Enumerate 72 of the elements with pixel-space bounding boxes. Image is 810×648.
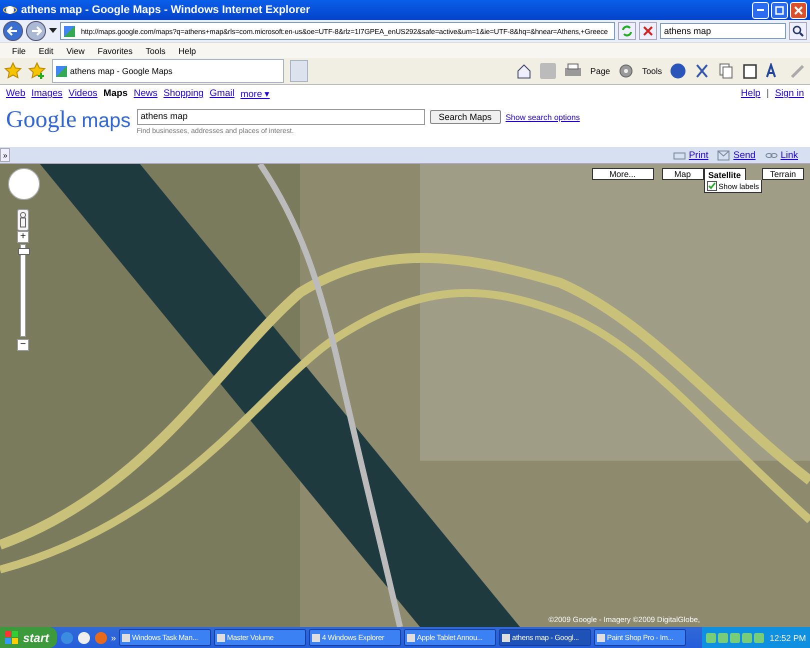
service-link[interactable]: Videos: [68, 88, 98, 100]
account-link[interactable]: Help: [740, 88, 760, 100]
zoom-in-button[interactable]: +: [17, 231, 29, 243]
map-type-button[interactable]: Terrain: [762, 168, 804, 180]
stop-button[interactable]: [639, 22, 657, 40]
maximize-button[interactable]: [771, 2, 788, 18]
service-link[interactable]: Shopping: [163, 88, 204, 100]
action-link[interactable]: Link: [780, 150, 798, 160]
service-link[interactable]: Maps: [103, 88, 128, 100]
printer-icon[interactable]: [564, 63, 582, 79]
back-button[interactable]: [3, 21, 23, 41]
scissors-icon[interactable]: [694, 63, 710, 79]
stop-icon: [642, 25, 654, 37]
add-favorite-icon[interactable]: [28, 62, 46, 80]
zoom-out-button[interactable]: −: [17, 339, 29, 351]
copy-icon[interactable]: [718, 63, 734, 79]
star-icon[interactable]: [4, 62, 22, 80]
menu-item[interactable]: View: [66, 46, 85, 56]
back-arrow-icon: [7, 25, 19, 37]
maximize-icon: [775, 6, 784, 14]
page-menu-button[interactable]: Page: [590, 66, 610, 76]
pegman-icon[interactable]: [17, 209, 29, 231]
printer-icon: [672, 150, 686, 160]
window-title: athens map - Google Maps - Windows Internet Explorer: [21, 4, 311, 16]
search-field[interactable]: athens map: [136, 109, 425, 125]
envelope-icon: [717, 150, 730, 160]
google-maps-logo: Google maps: [6, 107, 131, 134]
checkmark-icon: [708, 182, 716, 190]
service-link[interactable]: News: [134, 88, 158, 100]
menu-item[interactable]: File: [12, 46, 26, 56]
map-type-button[interactable]: More...: [592, 168, 654, 180]
home-icon[interactable]: [516, 63, 532, 79]
refresh-icon: [621, 25, 633, 37]
search-icon: [792, 25, 804, 37]
service-link[interactable]: Web: [6, 88, 26, 100]
browser-tab[interactable]: athens map - Google Maps: [52, 59, 284, 83]
minimize-icon: [757, 9, 764, 11]
map-type-button[interactable]: Satellite: [704, 168, 746, 180]
action-link[interactable]: Print: [688, 150, 708, 160]
close-button[interactable]: [790, 2, 807, 18]
map-type-button[interactable]: Map: [662, 168, 704, 180]
search-maps-button[interactable]: Search Maps: [430, 110, 501, 124]
action-link[interactable]: Send: [733, 150, 756, 160]
account-link[interactable]: Sign in: [774, 88, 804, 100]
forward-button[interactable]: [26, 21, 46, 41]
service-link[interactable]: Gmail: [210, 88, 234, 100]
caret-icon[interactable]: [49, 28, 57, 34]
minimize-button[interactable]: [752, 2, 769, 18]
menu-item[interactable]: Tools: [146, 46, 166, 56]
search-button[interactable]: [789, 22, 807, 40]
search-options-link[interactable]: Show search options: [506, 112, 580, 122]
forward-arrow-icon: [30, 25, 42, 37]
service-link[interactable]: more ▾: [240, 88, 270, 100]
clock: 12:52 PM: [770, 632, 806, 642]
menu-item[interactable]: Edit: [38, 46, 54, 56]
menu-item[interactable]: Favorites: [98, 46, 133, 56]
ie-logo-icon: [3, 3, 17, 17]
gear-icon[interactable]: [618, 63, 634, 79]
panel-toggle-button[interactable]: »: [0, 148, 10, 162]
close-icon: [794, 6, 803, 14]
start-button[interactable]: start: [0, 627, 58, 648]
search-field[interactable]: athens map: [660, 23, 786, 39]
tools-menu-button[interactable]: Tools: [642, 66, 662, 76]
quick-launch-chevron[interactable]: »: [111, 632, 116, 642]
zoom-slider-thumb[interactable]: [18, 248, 30, 256]
windows-logo-icon: [5, 630, 19, 644]
service-link[interactable]: Images: [31, 88, 63, 100]
refresh-button[interactable]: [618, 22, 636, 40]
menu-item[interactable]: Help: [178, 46, 196, 56]
separator-text: |: [766, 88, 769, 100]
favicon-icon: [64, 26, 75, 36]
clipboard-icon[interactable]: [742, 63, 758, 79]
